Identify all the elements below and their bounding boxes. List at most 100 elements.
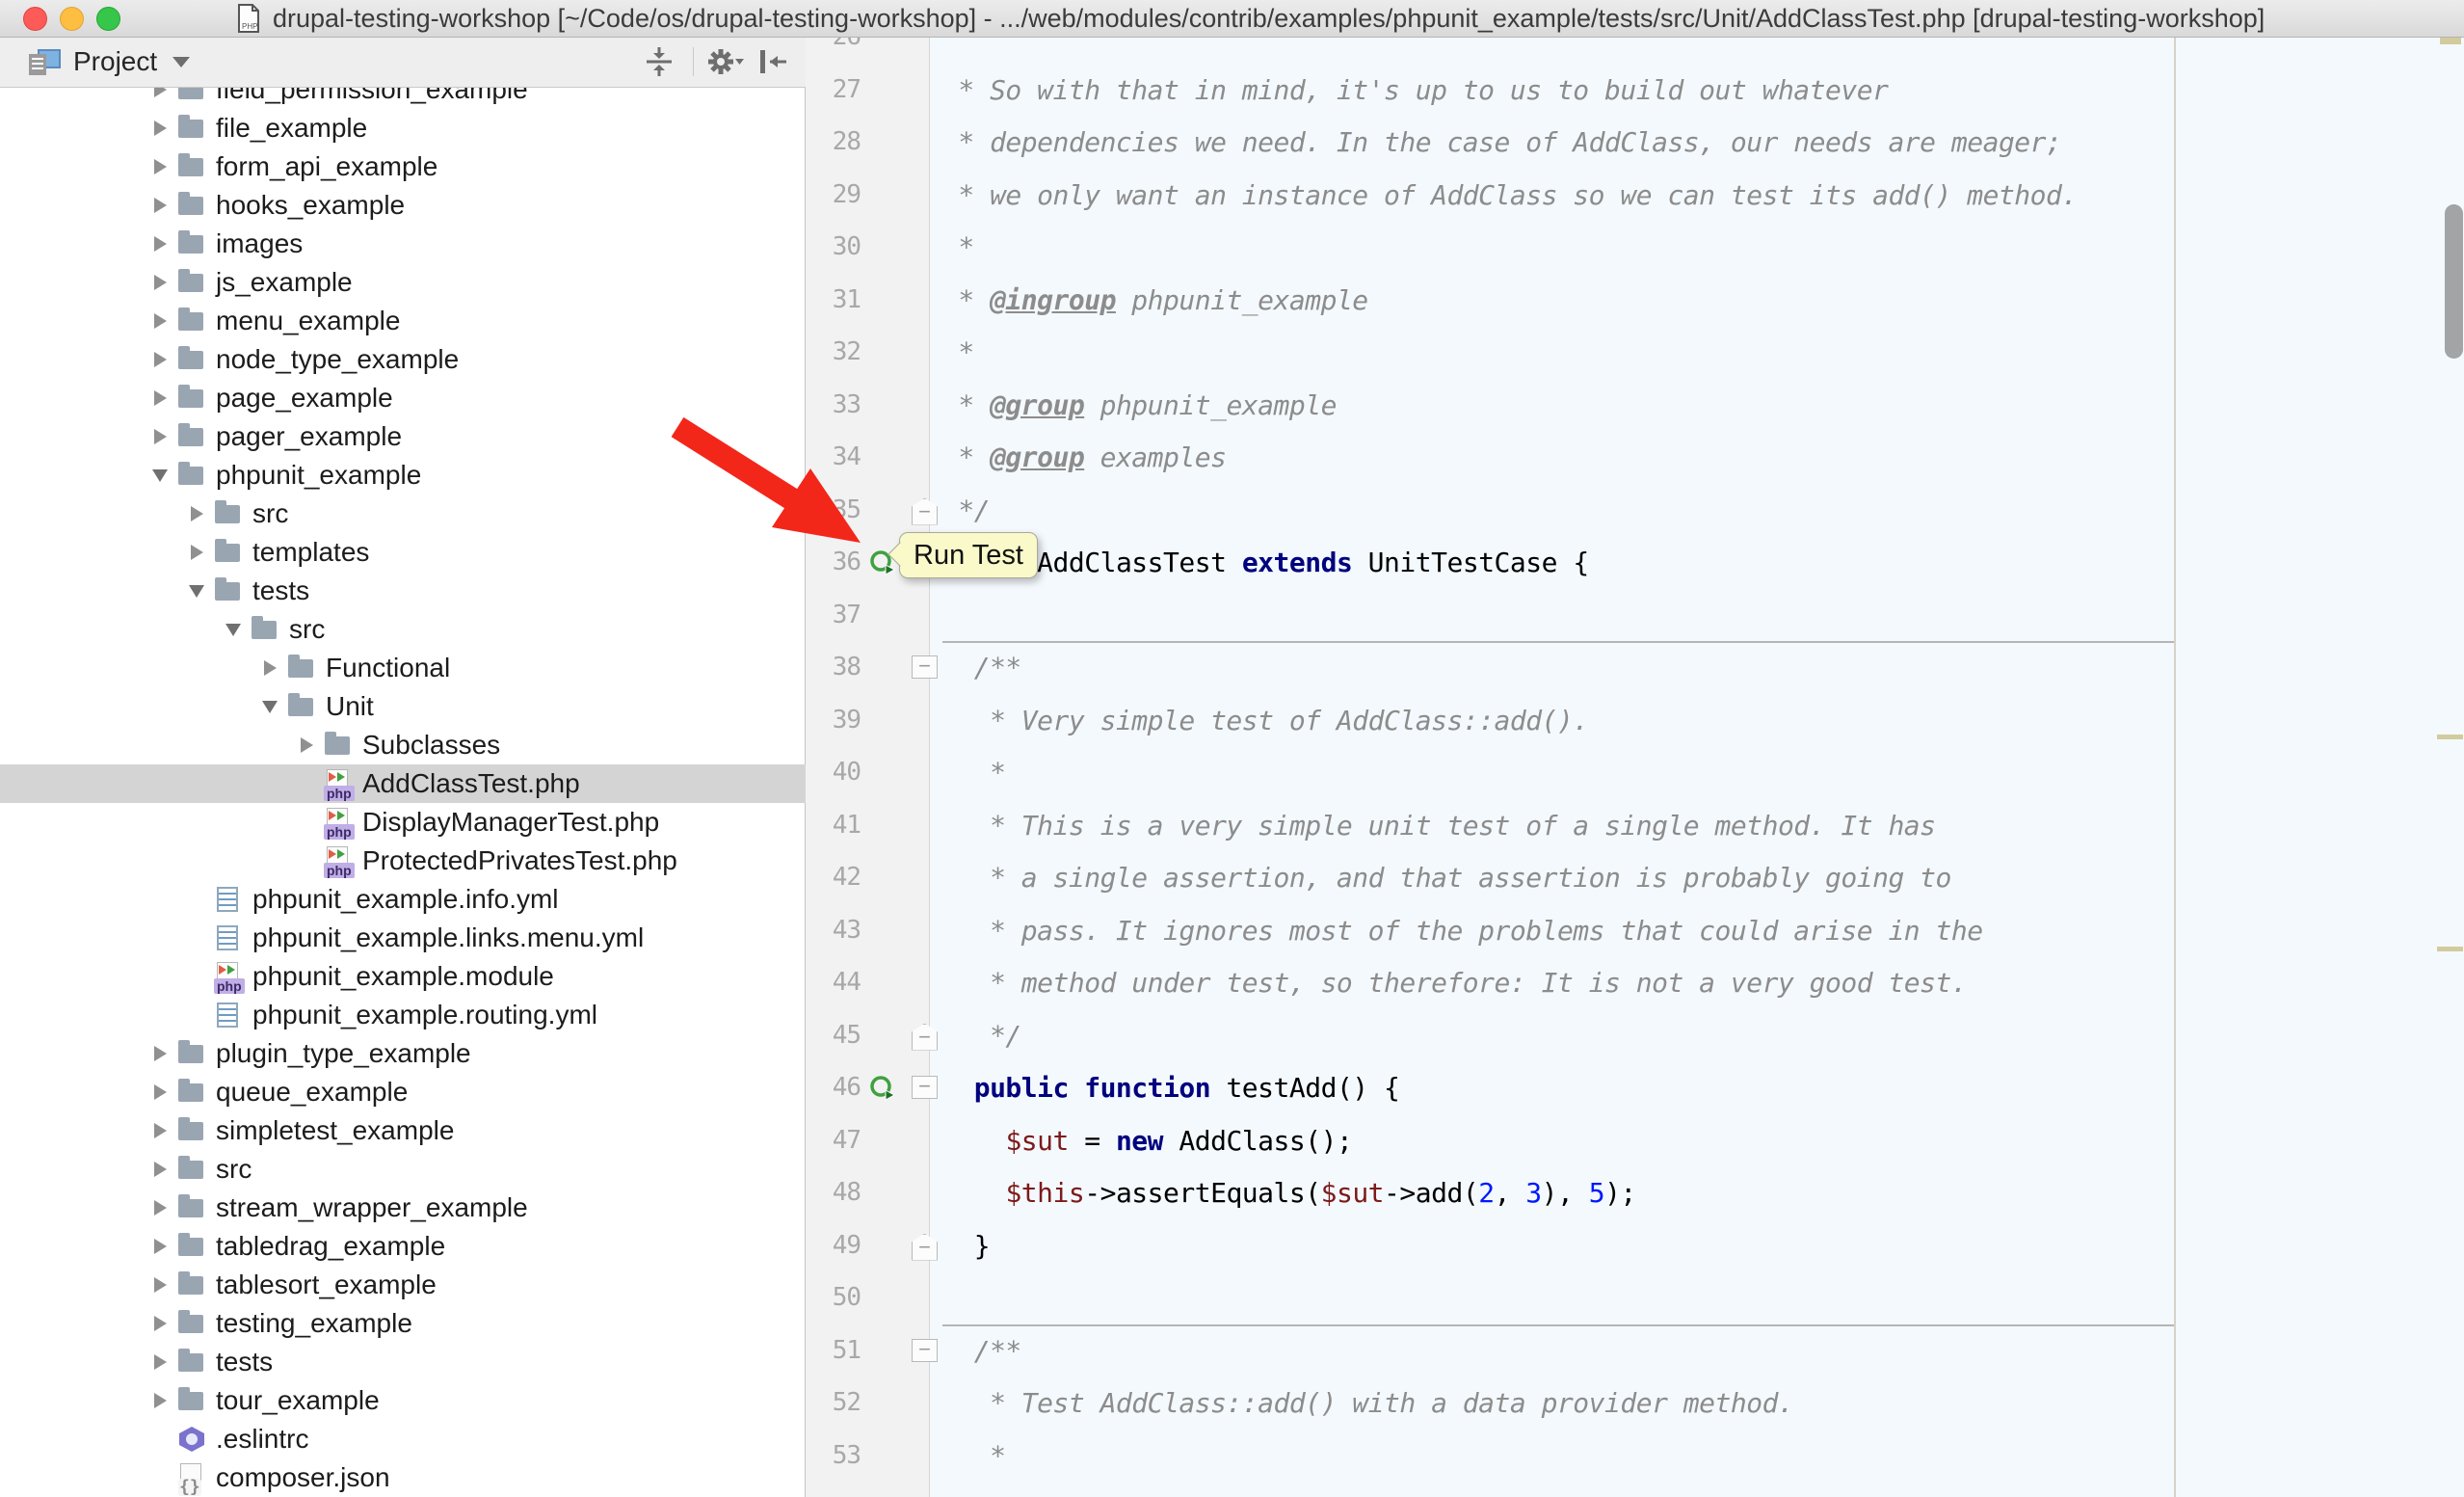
tree-item-functional[interactable]: Functional — [0, 649, 806, 687]
tree-item-menu-example[interactable]: menu_example — [0, 302, 806, 340]
tree-item-src[interactable]: src — [0, 495, 806, 533]
code-line[interactable]: 49− } — [806, 1219, 2464, 1272]
tree-item-queue-example[interactable]: queue_example — [0, 1073, 806, 1111]
chevron-down-icon[interactable] — [179, 585, 214, 598]
tree-item-images[interactable]: images — [0, 225, 806, 263]
chevron-right-icon[interactable] — [143, 1239, 177, 1254]
tree-item-pager-example[interactable]: pager_example — [0, 417, 806, 456]
code-line[interactable]: 51− /** — [806, 1324, 2464, 1377]
code-line[interactable]: 35− */ — [806, 484, 2464, 537]
chevron-right-icon[interactable] — [143, 275, 177, 290]
fold-marker[interactable]: − — [912, 655, 938, 679]
tree-item-phpunit-example-routing-yml[interactable]: phpunit_example.routing.yml — [0, 996, 806, 1034]
hide-panel-icon[interactable] — [757, 46, 788, 77]
tree-item-phpunit-example-info-yml[interactable]: phpunit_example.info.yml — [0, 880, 806, 919]
chevron-right-icon[interactable] — [143, 429, 177, 444]
run-test-tooltip[interactable]: Run Test — [899, 532, 1038, 578]
chevron-right-icon[interactable] — [143, 159, 177, 174]
tree-item-plugin-type-example[interactable]: plugin_type_example — [0, 1034, 806, 1073]
chevron-right-icon[interactable] — [179, 545, 214, 560]
collapse-all-icon[interactable] — [643, 45, 676, 78]
fold-marker[interactable]: − — [912, 1234, 938, 1261]
run-test-gutter-icon[interactable] — [869, 1075, 895, 1101]
tree-item-phpunit-example-module[interactable]: phpphpunit_example.module — [0, 957, 806, 996]
code-line[interactable]: 47 $sut = new AddClass(); — [806, 1114, 2464, 1167]
stripe-marker[interactable] — [2437, 947, 2463, 951]
tree-item-composer-json[interactable]: {}composer.json — [0, 1458, 806, 1497]
chevron-right-icon[interactable] — [143, 313, 177, 329]
chevron-right-icon[interactable] — [143, 1123, 177, 1138]
code-line[interactable]: 45− */ — [806, 1009, 2464, 1062]
tree-item-templates[interactable]: templates — [0, 533, 806, 572]
tree-item-subclasses[interactable]: Subclasses — [0, 726, 806, 764]
tree-item-form-api-example[interactable]: form_api_example — [0, 147, 806, 186]
tree-item-file-example[interactable]: file_example — [0, 109, 806, 147]
code-line[interactable]: 48 $this->assertEquals($sut->add(2, 3), … — [806, 1166, 2464, 1219]
fold-marker[interactable]: − — [912, 1076, 938, 1099]
close-window-button[interactable] — [23, 7, 47, 31]
code-line[interactable]: 39 * Very simple test of AddClass::add()… — [806, 694, 2464, 747]
tree-item-simpletest-example[interactable]: simpletest_example — [0, 1111, 806, 1150]
chevron-down-icon[interactable] — [216, 624, 251, 636]
tree-item-protectedprivatestest-php[interactable]: phpProtectedPrivatesTest.php — [0, 842, 806, 880]
code-line[interactable]: 31 * @ingroup phpunit_example — [806, 274, 2464, 327]
tree-item-js-example[interactable]: js_example — [0, 263, 806, 302]
chevron-right-icon[interactable] — [143, 1162, 177, 1177]
chevron-right-icon[interactable] — [179, 506, 214, 521]
tree-item-displaymanagertest-php[interactable]: phpDisplayManagerTest.php — [0, 803, 806, 842]
code-line[interactable]: 42 * a single assertion, and that assert… — [806, 851, 2464, 904]
code-line[interactable]: 43 * pass. It ignores most of the proble… — [806, 904, 2464, 957]
tree-item-hooks-example[interactable]: hooks_example — [0, 186, 806, 225]
tree-item-tour-example[interactable]: tour_example — [0, 1381, 806, 1420]
code-line[interactable]: 26 — [806, 37, 2464, 64]
tree-item-phpunit-example[interactable]: phpunit_example — [0, 456, 806, 495]
chevron-right-icon[interactable] — [143, 198, 177, 213]
code-line[interactable]: 46− public function testAdd() { — [806, 1061, 2464, 1114]
code-line[interactable]: 50 — [806, 1271, 2464, 1324]
chevron-right-icon[interactable] — [143, 1354, 177, 1370]
tree-item-unit[interactable]: Unit — [0, 687, 806, 726]
code-line[interactable]: 32 * — [806, 326, 2464, 379]
tree-item-addclasstest-php[interactable]: phpAddClassTest.php — [0, 764, 806, 803]
fold-marker[interactable]: − — [912, 1024, 938, 1051]
code-line[interactable]: 44 * method under test, so therefore: It… — [806, 956, 2464, 1009]
minimize-window-button[interactable] — [60, 7, 84, 31]
project-panel-title[interactable]: Project — [73, 46, 157, 77]
chevron-right-icon[interactable] — [143, 236, 177, 252]
chevron-right-icon[interactable] — [143, 1316, 177, 1331]
tree-item-stream-wrapper-example[interactable]: stream_wrapper_example — [0, 1189, 806, 1227]
tree-item-testing-example[interactable]: testing_example — [0, 1304, 806, 1343]
code-line[interactable]: 29 * we only want an instance of AddClas… — [806, 169, 2464, 222]
chevron-right-icon[interactable] — [143, 1046, 177, 1061]
chevron-right-icon[interactable] — [143, 1393, 177, 1408]
code-line[interactable]: 34 * @group examples — [806, 431, 2464, 484]
tree-item-tests[interactable]: tests — [0, 572, 806, 610]
code-line[interactable]: 30 * — [806, 221, 2464, 274]
tree-item-tests[interactable]: tests — [0, 1343, 806, 1381]
gear-icon[interactable] — [705, 44, 744, 79]
chevron-right-icon[interactable] — [289, 737, 324, 753]
stripe-marker[interactable] — [2440, 37, 2461, 44]
code-line[interactable]: 52 * Test AddClass::add() with a data pr… — [806, 1377, 2464, 1430]
tree-item-tabledrag-example[interactable]: tabledrag_example — [0, 1227, 806, 1266]
code-line[interactable]: 40 * — [806, 746, 2464, 799]
chevron-right-icon[interactable] — [143, 120, 177, 136]
tree-item--eslintrc[interactable]: .eslintrc — [0, 1420, 806, 1458]
tree-item-phpunit-example-links-menu-yml[interactable]: phpunit_example.links.menu.yml — [0, 919, 806, 957]
chevron-down-icon[interactable] — [143, 469, 177, 482]
code-line[interactable]: 54 * This method is very similar to test… — [806, 1482, 2464, 1497]
code-line[interactable]: 53 * — [806, 1430, 2464, 1483]
fold-marker[interactable]: − — [912, 498, 938, 525]
code-line[interactable]: 38− /** — [806, 641, 2464, 694]
editor-scrollbar[interactable] — [2445, 204, 2463, 359]
chevron-right-icon[interactable] — [143, 1277, 177, 1293]
code-line[interactable]: 33 * @group phpunit_example — [806, 379, 2464, 432]
code-line[interactable]: 36class AddClassTest extends UnitTestCas… — [806, 536, 2464, 589]
fold-marker[interactable]: − — [912, 1339, 938, 1362]
chevron-right-icon[interactable] — [143, 1200, 177, 1216]
tree-item-page-example[interactable]: page_example — [0, 379, 806, 417]
tree-item-src[interactable]: src — [0, 1150, 806, 1189]
tree-item-tablesort-example[interactable]: tablesort_example — [0, 1266, 806, 1304]
code-line[interactable]: 28 * dependencies we need. In the case o… — [806, 116, 2464, 169]
code-line[interactable]: 27 * So with that in mind, it's up to us… — [806, 64, 2464, 117]
